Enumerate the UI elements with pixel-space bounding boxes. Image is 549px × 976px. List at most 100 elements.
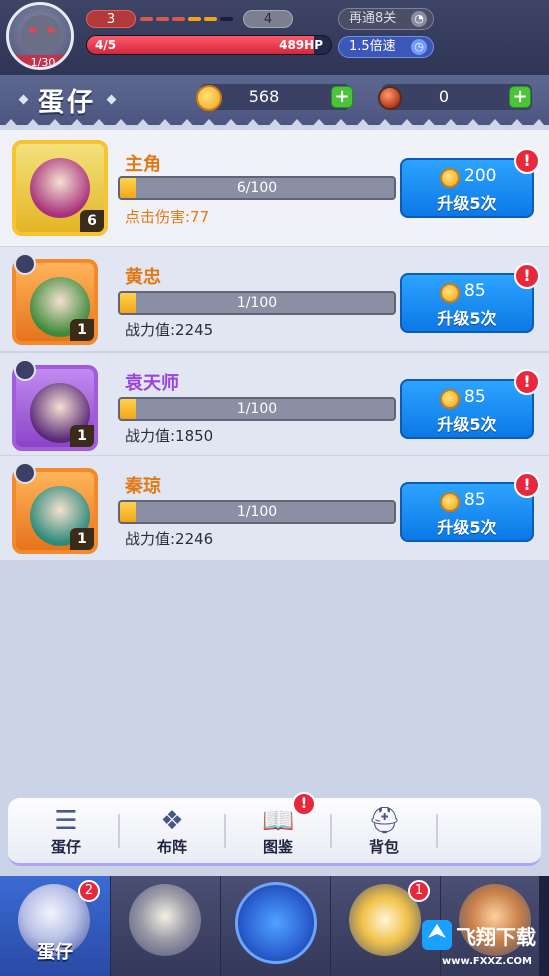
submenu-label: 布阵 <box>156 838 187 856</box>
nav-item-0[interactable]: 蛋仔 2 <box>0 876 110 976</box>
hero-class-icon <box>14 359 36 381</box>
gold-coin-icon <box>196 85 222 111</box>
upgrade-button[interactable]: 85 升级5次 ! <box>400 263 540 333</box>
nav-label: 蛋仔 <box>37 942 73 963</box>
avatar-eye-icon <box>47 27 55 33</box>
hero-progress-text: 6/100 <box>236 180 278 196</box>
gold-coin-icon <box>440 389 460 409</box>
add-gem-button[interactable]: + <box>509 86 531 108</box>
watermark-logo: 飞翔下载 <box>422 920 536 950</box>
submenu-label: 蛋仔 <box>50 838 81 856</box>
upgrade-button[interactable]: 85 升级5次 ! <box>400 369 540 439</box>
hero-progress-bar: 1/100 <box>118 397 396 421</box>
wave-progress-segment <box>156 17 169 21</box>
gem-value: 0 <box>438 87 450 106</box>
submenu-label: 图鉴 <box>262 838 293 856</box>
nav-item-2[interactable] <box>220 876 330 976</box>
pass-stages-button[interactable]: 再通8关 ◔ <box>338 8 434 30</box>
watermark-url: www.FXXZ.COM <box>442 956 532 967</box>
hp-bar: 4/5 489HP <box>86 35 332 55</box>
hero-progress-text: 1/100 <box>236 401 278 417</box>
player-avatar[interactable]: 1/30 <box>6 2 74 70</box>
alert-icon: ! <box>514 369 540 395</box>
hero-level: 1 <box>70 319 94 341</box>
alert-icon: ! <box>514 263 540 289</box>
alert-icon: ! <box>292 792 316 816</box>
submenu-label: 背包 <box>368 838 399 856</box>
hero-name: 秦琼 <box>125 476 161 497</box>
hero-row[interactable]: 1 秦琼 1/100 战力值:2246 85 升级5次 ! <box>0 456 549 560</box>
hero-name: 主角 <box>125 154 161 175</box>
speed-button[interactable]: 1.5倍速 ◷ <box>338 36 434 58</box>
avatar-eye-icon <box>29 27 37 33</box>
hero-art-icon <box>30 158 90 218</box>
hero-progress-text: 1/100 <box>236 504 278 520</box>
add-gold-button[interactable]: + <box>331 86 353 108</box>
gold-coin-icon <box>440 283 460 303</box>
upgrade-cost: 200 <box>464 166 497 186</box>
upgrade-label: 升级5次 <box>437 518 497 537</box>
list-icon: ☰ <box>54 806 78 836</box>
hero-level: 6 <box>80 210 104 232</box>
piggy-icon: ◔ <box>411 11 427 27</box>
gold-coin-icon <box>440 168 460 188</box>
wave-progress-segment <box>188 17 201 21</box>
hero-stat: 战力值:2246 <box>125 530 214 548</box>
wave-progress-segment <box>172 17 185 21</box>
hero-row[interactable]: 1 黄忠 1/100 战力值:2245 85 升级5次 ! <box>0 247 549 351</box>
hero-level: 1 <box>70 528 94 550</box>
hero-progress-text: 1/100 <box>236 295 278 311</box>
upgrade-label: 升级5次 <box>437 309 497 328</box>
svg-text:飞翔下载: 飞翔下载 <box>456 925 536 949</box>
speed-label: 1.5倍速 <box>349 39 396 54</box>
clock-icon: ◷ <box>411 39 427 55</box>
hp-value: 489HP <box>279 38 323 52</box>
wave-current: 3 <box>86 10 136 28</box>
submenu-item-0[interactable]: ☰ 蛋仔 <box>14 798 118 862</box>
hero-progress-bar: 6/100 <box>118 176 396 200</box>
upgrade-button[interactable]: 85 升级5次 ! <box>400 472 540 542</box>
book-icon: 📖 <box>262 806 295 836</box>
hero-name: 黄忠 <box>125 267 161 288</box>
submenu-item-3[interactable]: ⛑ 背包 <box>332 798 436 862</box>
gem-icon <box>378 86 402 110</box>
alert-icon: ! <box>514 148 540 174</box>
wave-progress-segment <box>204 17 217 21</box>
gold-value: 568 <box>248 87 280 106</box>
hero-stat: 点击伤害:77 <box>125 208 210 226</box>
wave-next: 4 <box>243 10 293 28</box>
hero-row[interactable]: 1 袁天师 1/100 战力值:1850 85 升级5次 ! <box>0 353 549 455</box>
knight-egg-icon <box>129 884 201 956</box>
hero-class-icon <box>14 462 36 484</box>
submenu-divider <box>436 814 438 848</box>
alert-icon: ! <box>514 472 540 498</box>
pass-stages-label: 再通8关 <box>349 11 397 26</box>
hero-level: 1 <box>70 425 94 447</box>
submenu-item-2[interactable]: 📖 图鉴 ! <box>226 792 330 862</box>
submenu-item-1[interactable]: ❖ 布阵 <box>120 798 224 862</box>
upgrade-label: 升级5次 <box>437 415 497 434</box>
hero-progress-bar: 1/100 <box>118 291 396 315</box>
upgrade-cost: 85 <box>464 387 486 407</box>
lives-count: 4/5 <box>95 38 117 52</box>
hero-portrait[interactable]: 6 <box>12 140 108 236</box>
hero-class-icon <box>14 253 36 275</box>
upgrade-label: 升级5次 <box>437 194 497 213</box>
gold-coin-icon <box>440 492 460 512</box>
battle-swords-icon <box>235 882 317 964</box>
notification-badge: 2 <box>78 880 100 902</box>
upgrade-cost: 85 <box>464 281 486 301</box>
hero-name: 袁天师 <box>125 373 179 394</box>
bag-icon: ⛑ <box>368 806 402 836</box>
wave-progress-segment <box>140 17 153 21</box>
nav-item-1[interactable] <box>110 876 220 976</box>
page-title: 蛋仔 <box>38 88 97 118</box>
notification-badge: 1 <box>408 880 430 902</box>
sub-menu: ☰ 蛋仔 ❖ 布阵 📖 图鉴 ! ⛑ 背包 <box>8 792 541 866</box>
hero-row[interactable]: 6 主角 6/100 点击伤害:77 200 升级5次 ! <box>0 130 549 246</box>
hero-stat: 战力值:2245 <box>125 321 214 339</box>
upgrade-button[interactable]: 200 升级5次 ! <box>400 148 540 218</box>
wolf-face-icon <box>21 15 61 51</box>
hero-stat: 战力值:1850 <box>125 427 214 445</box>
upgrade-cost: 85 <box>464 490 486 510</box>
